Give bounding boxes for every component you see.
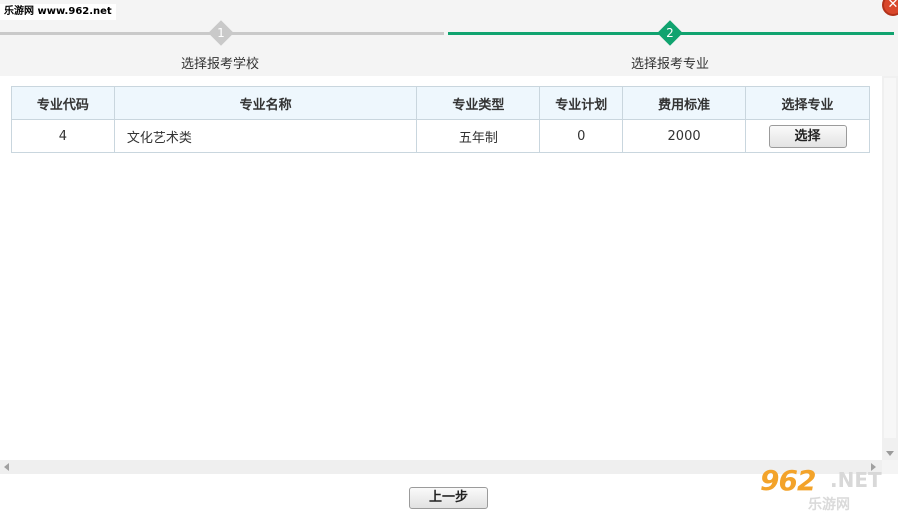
vertical-scrollbar[interactable] xyxy=(882,76,898,460)
scroll-left-icon[interactable] xyxy=(4,463,9,471)
logo-number: 962 xyxy=(760,464,816,497)
step-progress: 1 2 选择报考学校 选择报考专业 xyxy=(0,0,898,76)
cell-type: 五年制 xyxy=(416,119,541,153)
header-type: 专业类型 xyxy=(416,86,541,120)
table-header-row: 专业代码 专业名称 专业类型 专业计划 费用标准 选择专业 xyxy=(11,86,870,120)
step-2-label: 选择报考专业 xyxy=(630,57,709,72)
scroll-down-icon[interactable] xyxy=(886,451,894,456)
cell-plan: 0 xyxy=(539,119,624,153)
site-logo: 962 .NET 乐游网 xyxy=(760,462,892,513)
cell-action: 选择 xyxy=(745,119,870,153)
header-code: 专业代码 xyxy=(11,86,115,120)
scrollbar-thumb[interactable] xyxy=(884,78,896,438)
prev-step-button[interactable]: 上一步 xyxy=(409,487,488,509)
cell-code: 4 xyxy=(11,119,115,153)
major-table: 专业代码 专业名称 专业类型 专业计划 费用标准 选择专业 4 文化艺术类 五年… xyxy=(11,86,870,153)
header-fee: 费用标准 xyxy=(622,86,747,120)
header-name: 专业名称 xyxy=(113,86,418,120)
logo-subtitle: 乐游网 xyxy=(808,497,850,513)
header-select: 选择专业 xyxy=(745,86,870,120)
logo-net: .NET xyxy=(830,468,882,492)
step-1-number: 1 xyxy=(217,26,225,40)
step-1-label: 选择报考学校 xyxy=(180,57,259,72)
cell-name: 文化艺术类 xyxy=(113,119,418,153)
header-plan: 专业计划 xyxy=(539,86,624,120)
table-row: 4 文化艺术类 五年制 0 2000 选择 xyxy=(11,119,870,153)
step-2-number: 2 xyxy=(666,26,674,40)
horizontal-scrollbar[interactable] xyxy=(0,460,882,474)
cell-fee: 2000 xyxy=(622,119,747,153)
content-panel: 专业代码 专业名称 专业类型 专业计划 费用标准 选择专业 4 文化艺术类 五年… xyxy=(0,76,882,460)
select-button[interactable]: 选择 xyxy=(768,124,847,148)
